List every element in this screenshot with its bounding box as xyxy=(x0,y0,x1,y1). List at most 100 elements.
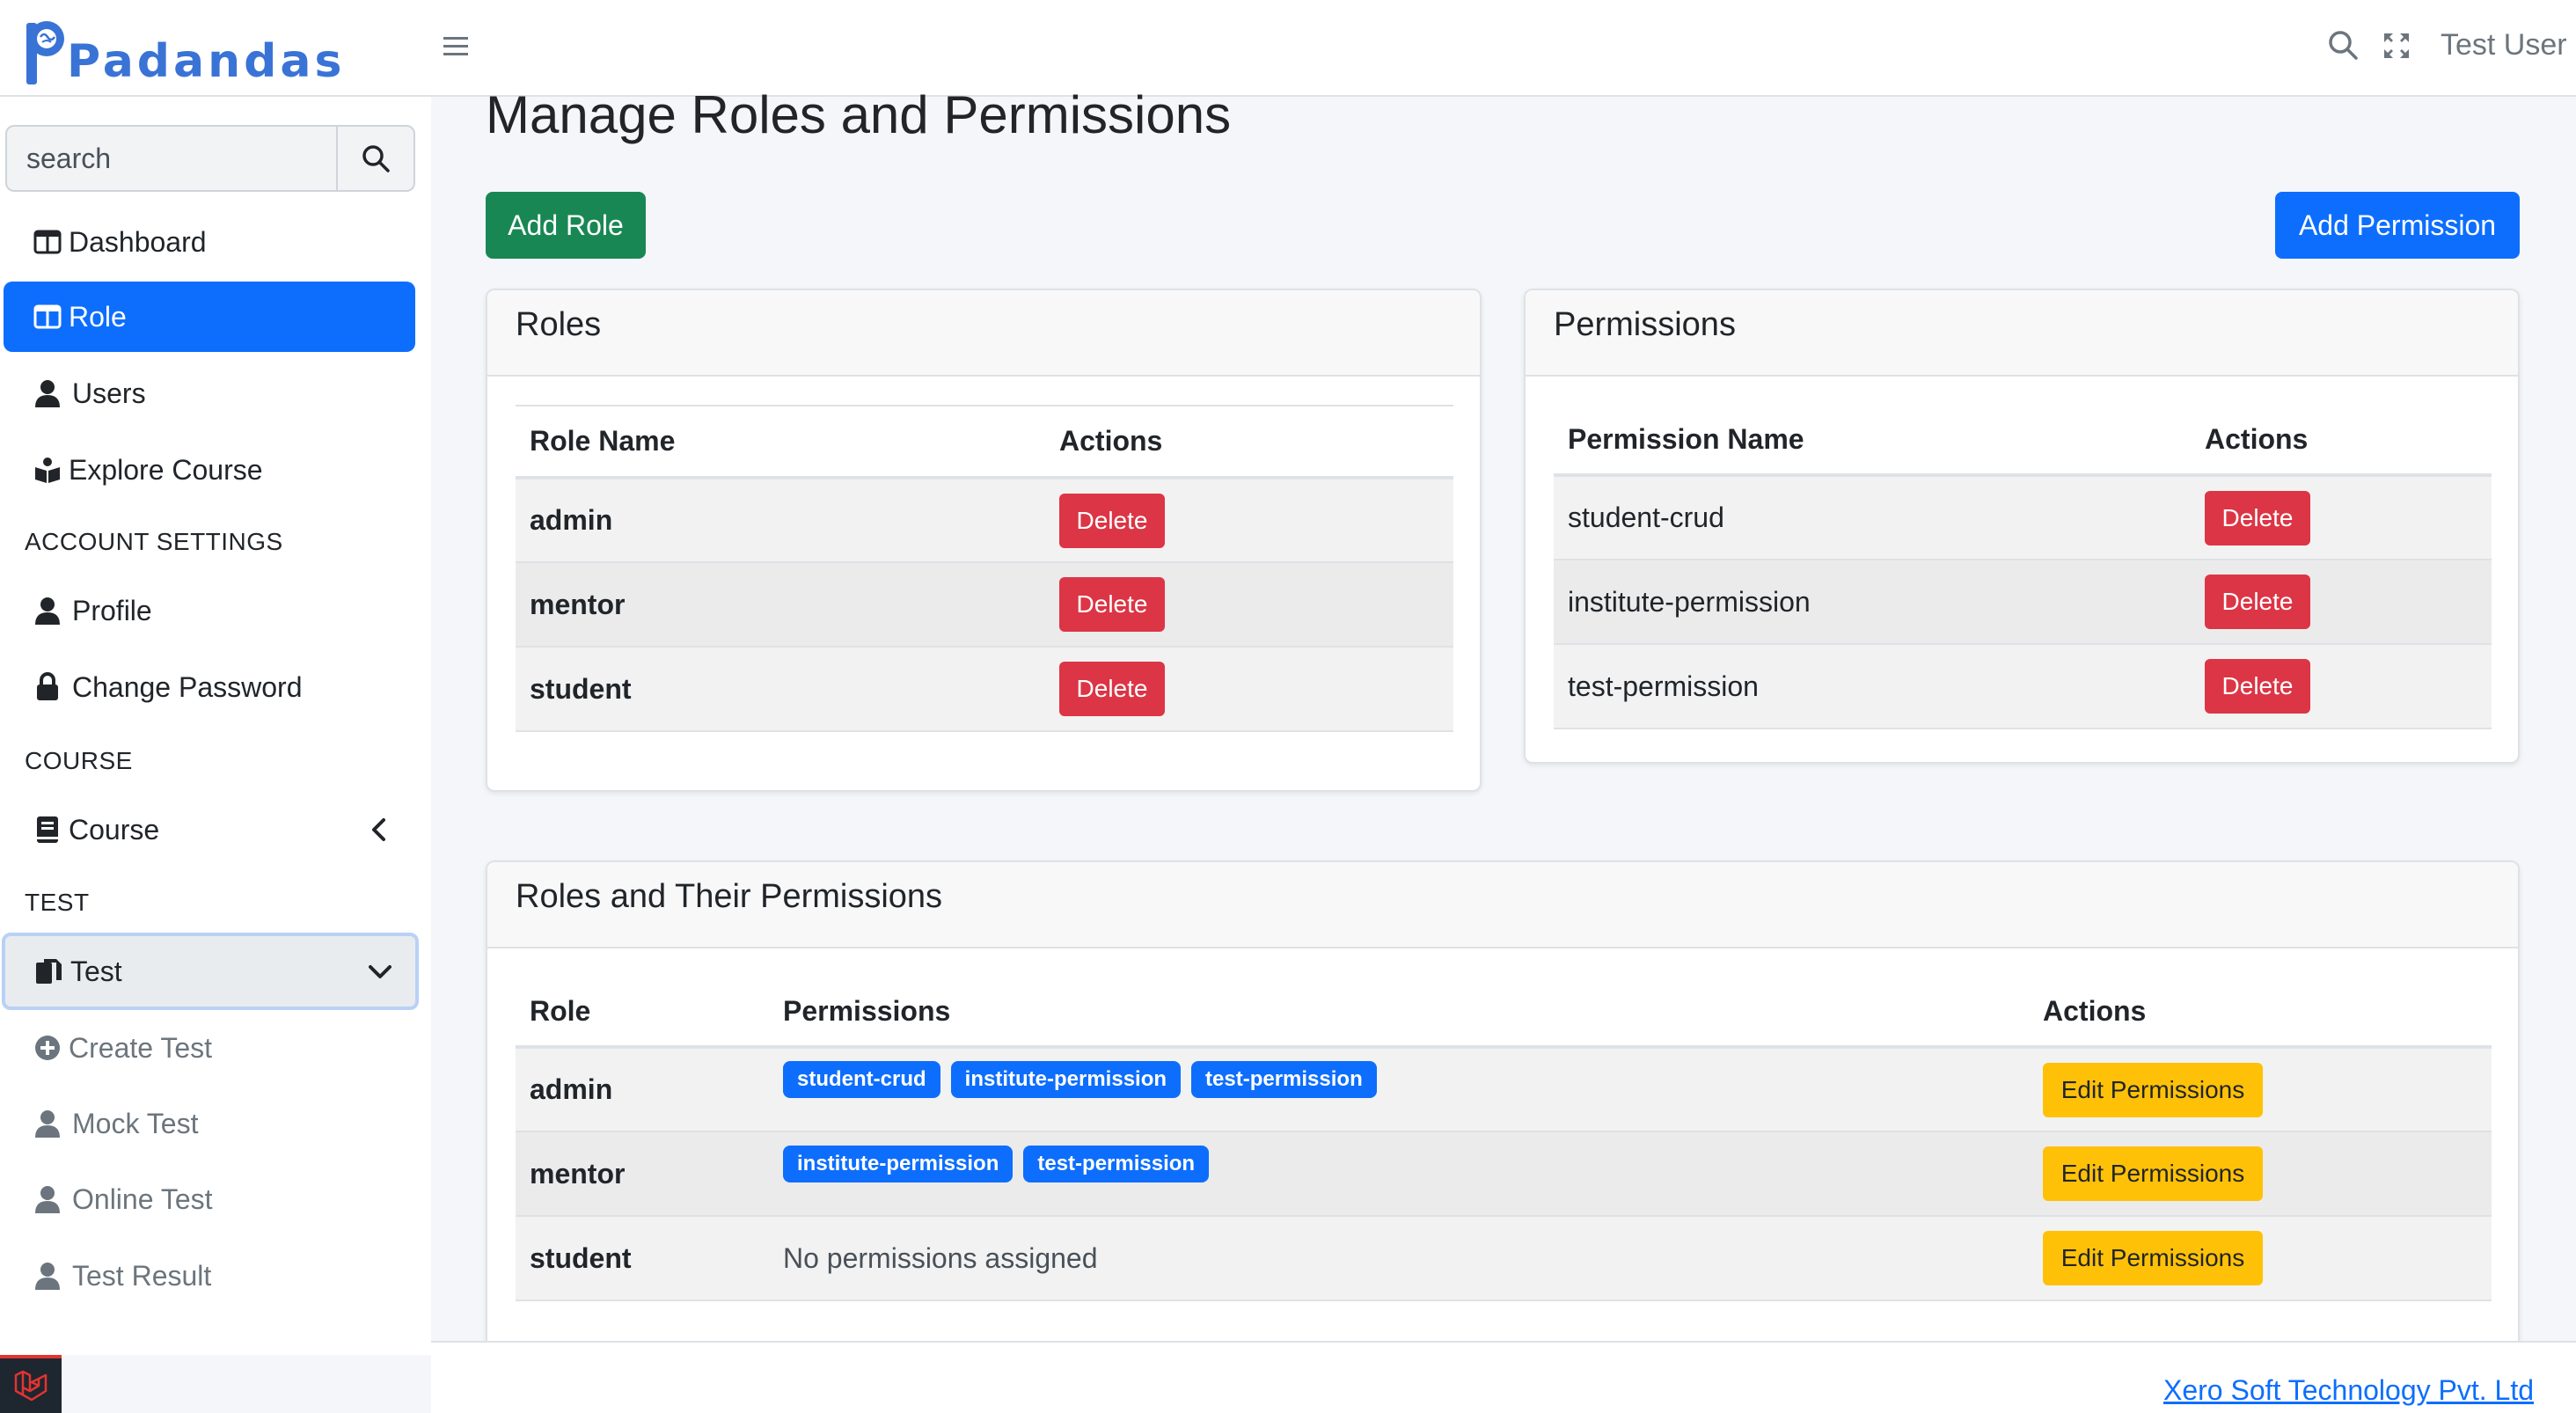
book-reader-icon xyxy=(32,454,63,486)
permission-name: institute-permission xyxy=(1568,585,1811,618)
sidebar-header-test: TEST xyxy=(25,889,90,916)
permission-badge: institute-permission xyxy=(950,1061,1182,1098)
sidebar-search-input[interactable] xyxy=(5,125,336,192)
role-name: admin xyxy=(530,504,613,536)
sidebar-item-explore-course[interactable]: Explore Course xyxy=(4,435,415,505)
laravel-icon xyxy=(14,1370,48,1402)
table-row: mentor institute-permission test-permissi… xyxy=(516,1131,2492,1216)
role-name: mentor xyxy=(530,588,626,620)
user-icon xyxy=(32,1260,63,1292)
edit-permissions-button[interactable]: Edit Permissions xyxy=(2043,1231,2263,1285)
sidebar-item-role[interactable]: Role xyxy=(4,282,415,352)
table-header-row: Role Permissions Actions xyxy=(516,977,2492,1047)
sidebar-item-label: Change Password xyxy=(72,670,303,703)
user-icon xyxy=(32,377,63,409)
role-name: mentor xyxy=(530,1157,626,1190)
delete-permission-button[interactable]: Delete xyxy=(2205,659,2310,714)
permission-badge: test-permission xyxy=(1023,1145,1210,1182)
sidebar-item-online-test[interactable]: Online Test xyxy=(4,1164,415,1234)
sidebar-item-test[interactable]: Test xyxy=(2,933,419,1010)
permissions-table: Permission Name Actions student-crud Del… xyxy=(1554,405,2492,729)
permission-badge: institute-permission xyxy=(783,1145,1014,1182)
sidebar-item-label: Mock Test xyxy=(72,1107,199,1139)
delete-role-button[interactable]: Delete xyxy=(1059,493,1165,548)
sidebar-item-label: Online Test xyxy=(72,1182,213,1215)
delete-role-button[interactable]: Delete xyxy=(1059,662,1165,716)
brand-logo-link[interactable]: Padandas xyxy=(23,9,345,88)
sidebar-item-profile[interactable]: Profile xyxy=(4,575,415,646)
roles-table: Role Name Actions admin Delete mentor De… xyxy=(516,405,1453,732)
brand-name: Padandas xyxy=(67,35,346,88)
fullscreen-icon[interactable] xyxy=(2382,32,2411,60)
table-columns-icon xyxy=(32,301,63,333)
sidebar-item-test-result[interactable]: Test Result xyxy=(4,1241,415,1311)
add-role-button[interactable]: Add Role xyxy=(486,192,646,259)
copy-icon xyxy=(33,955,65,987)
book-icon xyxy=(32,814,63,846)
column-header-actions: Actions xyxy=(2205,422,2309,455)
table-header-row: Role Name Actions xyxy=(516,406,1453,478)
table-row: admin Delete xyxy=(516,478,1453,562)
sidebar-item-label: Role xyxy=(69,300,127,333)
debugbar-toggle[interactable] xyxy=(0,1355,62,1413)
sidebar-search xyxy=(5,125,415,192)
chevron-left-icon xyxy=(372,818,385,841)
table-row: student No permissions assigned Edit Per… xyxy=(516,1216,2492,1300)
search-icon[interactable] xyxy=(2326,28,2360,62)
user-icon xyxy=(32,595,63,626)
sidebar-item-label: Profile xyxy=(72,594,152,626)
roles-card: Roles Role Name Actions admin Delete men… xyxy=(486,289,1482,792)
sidebar-item-change-password[interactable]: Change Password xyxy=(4,652,415,722)
sidebar-search-button[interactable] xyxy=(336,125,415,192)
table-row: mentor Delete xyxy=(516,562,1453,647)
permission-badges: institute-permission test-permission xyxy=(769,1131,2029,1216)
permission-badges: student-crud institute-permission test-per… xyxy=(769,1047,2029,1131)
permissions-card: Permissions Permission Name Actions stud… xyxy=(1524,289,2520,764)
app: Padandas Test User search Dashboard Role… xyxy=(0,0,2576,1413)
edit-permissions-button[interactable]: Edit Permissions xyxy=(2043,1146,2263,1201)
column-header-permission-name: Permission Name xyxy=(1568,422,1804,455)
brand-logo-icon xyxy=(26,21,64,84)
menu-toggle-icon[interactable] xyxy=(440,30,472,62)
permission-badge: student-crud xyxy=(783,1061,940,1098)
delete-role-button[interactable]: Delete xyxy=(1059,577,1165,632)
column-header-role: Role xyxy=(530,994,591,1027)
lock-icon xyxy=(32,671,63,703)
sidebar-item-label: Test xyxy=(70,955,122,987)
user-menu[interactable]: Test User xyxy=(2441,28,2567,62)
footer-company-link[interactable]: Xero Soft Technology Pvt. Ltd xyxy=(2163,1374,2534,1407)
sidebar-item-label: Create Test xyxy=(69,1031,213,1064)
sidebar-item-users[interactable]: Users xyxy=(4,358,415,428)
sidebar-item-label: Test Result xyxy=(72,1259,212,1292)
search-icon xyxy=(362,145,390,172)
delete-permission-button[interactable]: Delete xyxy=(2205,490,2310,545)
table-row: student Delete xyxy=(516,647,1453,731)
sidebar-item-label: Users xyxy=(72,377,146,409)
role-name: admin xyxy=(530,1073,613,1105)
permission-name: student-crud xyxy=(1568,502,1724,533)
sidebar-item-create-test[interactable]: Create Test xyxy=(4,1013,415,1083)
page-title: Manage Roles and Permissions xyxy=(486,85,1232,144)
sidebar: Dashboard Role Users Explore Course ACCO… xyxy=(0,97,431,1355)
delete-permission-button[interactable]: Delete xyxy=(2205,575,2310,629)
table-columns-icon xyxy=(32,226,63,258)
footer: Xero Soft Technology Pvt. Ltd xyxy=(431,1341,2576,1413)
table-header-row: Permission Name Actions xyxy=(1554,405,2492,475)
table-row: test-permission Delete xyxy=(1554,644,2492,728)
column-header-actions: Actions xyxy=(1059,425,1163,457)
main-content: Manage Roles and Permissions Add Role Ad… xyxy=(431,85,2576,1413)
role-name: student xyxy=(530,672,632,705)
permission-badge: test-permission xyxy=(1191,1061,1377,1098)
sidebar-item-dashboard[interactable]: Dashboard xyxy=(4,207,415,277)
sidebar-header-course: COURSE xyxy=(25,747,133,774)
sidebar-item-label: Course xyxy=(69,813,160,846)
plus-circle-icon xyxy=(32,1032,63,1064)
table-row: institute-permission Delete xyxy=(1554,560,2492,644)
column-header-role-name: Role Name xyxy=(530,425,676,457)
add-permission-button[interactable]: Add Permission xyxy=(2275,192,2520,259)
sidebar-item-course[interactable]: Course xyxy=(4,794,415,865)
sidebar-item-mock-test[interactable]: Mock Test xyxy=(4,1088,415,1159)
permission-name: test-permission xyxy=(1568,670,1759,702)
edit-permissions-button[interactable]: Edit Permissions xyxy=(2043,1062,2263,1117)
user-icon xyxy=(32,1183,63,1215)
